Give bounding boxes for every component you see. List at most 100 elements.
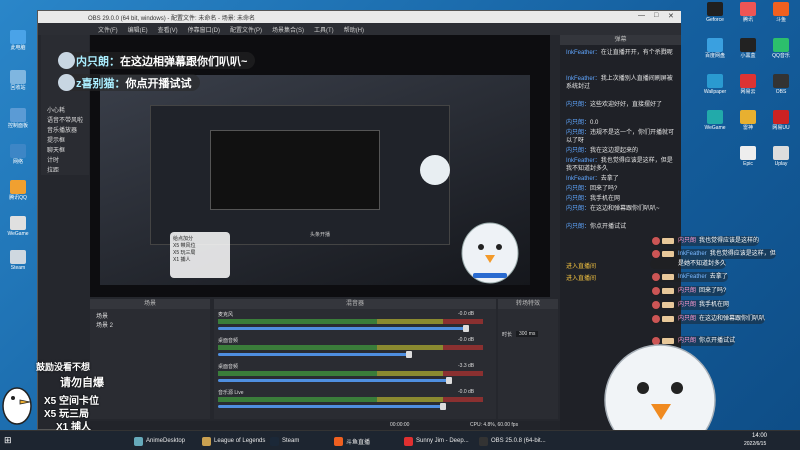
scenes-dock-title: 场景 (90, 299, 210, 309)
fader-knob[interactable] (440, 403, 446, 410)
fader-knob[interactable] (446, 377, 452, 384)
scene-item[interactable]: 场景 2 (96, 320, 113, 329)
chat-line: 内只朗：我手机在网 (566, 196, 621, 202)
duck-icon (2, 387, 32, 425)
app-icon (334, 436, 343, 446)
desktop-icon-netease[interactable]: 网易云 (733, 74, 763, 95)
taskbar-app[interactable]: 斗鱼直播 (330, 434, 374, 448)
chat-line: 内只朗：回来了吗? (566, 186, 618, 192)
mascot-small (420, 155, 450, 185)
desktop-icon-xiaoheihe[interactable]: 小黑盒 (733, 38, 763, 59)
desktop-icon-epic[interactable]: Epic (733, 146, 763, 167)
maximize-button[interactable]: □ (654, 12, 658, 19)
desktop-icon-uplay[interactable]: Uplay (766, 146, 796, 167)
desktop-icon-control-panel[interactable]: 控制面板 (3, 108, 33, 129)
desktop-icon-qq[interactable]: 腾讯QQ (3, 180, 33, 201)
chat-line: 内只朗：你点开播试试 (566, 224, 627, 230)
taskbar-app[interactable]: AnimeDesktop (130, 434, 189, 448)
volume-meter (218, 397, 483, 402)
desktop-icon-tencent[interactable]: 腾讯 (733, 2, 763, 23)
desktop-icon-geforce[interactable]: Geforce (700, 2, 730, 23)
start-icon[interactable]: ⊞ (4, 435, 12, 446)
chat-line: InkFeather：我上次播别人直播间刷屏被系统封过 (566, 76, 673, 90)
app-icon (134, 436, 143, 446)
danmaku-bubble: z喜别猫： 你点开播试试 (58, 74, 200, 91)
preview-sticker: 给点加分 X5 带风位 X5 玩三局 X1 捕人 (170, 232, 230, 278)
desktop-icon-network[interactable]: 网络 (3, 144, 33, 165)
scene-item[interactable]: 场景 (96, 311, 108, 320)
mascot-penguin-medium (461, 222, 519, 284)
desktop-icon-baidu[interactable]: 百度网盘 (700, 38, 730, 59)
menu-view[interactable]: 查看(V) (158, 25, 178, 34)
chat-line: 内只朗：我在这边提起来的 (566, 148, 639, 154)
overlay-comment: 内只朗 我手机在网 (650, 300, 730, 310)
volume-fader[interactable] (218, 379, 448, 382)
volume-fader[interactable] (218, 405, 443, 408)
danmaku-bubble: 内只朗： 在这边相弹幕跟你们叭叭~ (58, 52, 256, 69)
menu-edit[interactable]: 编辑(E) (128, 25, 148, 34)
source-item[interactable]: 音乐播放器 (47, 125, 77, 134)
volume-fader[interactable] (218, 327, 468, 330)
desktop-icon-qqmusic[interactable]: QQ音乐 (766, 38, 796, 59)
clock-time[interactable]: 14:00 (752, 433, 767, 439)
chat-line: 内只朗：违规不是这一个，你们开播就可以了呀 (566, 130, 675, 144)
mixer-dock: 混音器 麦克风 -0.0 dB 桌面音频 -0.0 dB 桌面音频 -3.3 d… (214, 299, 496, 419)
source-item[interactable]: 语音不带风啦 (47, 115, 83, 124)
avatar (58, 52, 75, 69)
menu-profile[interactable]: 配置文件(P) (230, 25, 262, 34)
app-icon (479, 436, 488, 446)
minimize-button[interactable]: — (638, 12, 645, 19)
taskbar-app[interactable]: Sunny Jim - Deep... (400, 434, 473, 448)
volume-fader[interactable] (218, 353, 408, 356)
clock-date[interactable]: 2022/6/15 (744, 441, 766, 447)
window-title: OBS 29.0.0 (64 bit, windows) - 配置文件: 未命名… (88, 16, 256, 22)
overlay-comment: InkFeather 去拿了 (650, 272, 728, 282)
overlay-comment: InkFeather 我也觉得应该是这样，但 (650, 249, 776, 259)
chat-line: 内只朗：0.0 (566, 120, 599, 126)
source-item[interactable]: 计时 (47, 155, 59, 164)
mixer-channel: 音乐源 Live -0.0 dB (218, 389, 488, 415)
source-item[interactable]: 聊天框 (47, 145, 65, 154)
chat-dock-title: 弹幕 (560, 35, 681, 45)
menu-file[interactable]: 文件(F) (98, 25, 118, 34)
volume-meter (218, 345, 483, 350)
chat-line: 内只朗：在这边和弹幕跟你们叭叭~ (566, 206, 660, 212)
desktop-icon-uu[interactable]: 网易UU (766, 110, 796, 131)
sticker-overlay: 鼓励没看不想 请勿自爆 X5 空间卡位 X5 玩三局 X1 捕人 (0, 358, 135, 433)
desktop-icon-obs[interactable]: OBS (766, 74, 796, 95)
app-icon (404, 436, 413, 446)
desktop-icon-wegame[interactable]: WeGame (3, 216, 33, 237)
preview-caption: 头条开播 (310, 232, 331, 238)
desktop-icon-wallpaper[interactable]: Wallpaper (700, 74, 730, 95)
menu-scene-collection[interactable]: 场景集合(S) (272, 25, 304, 34)
source-item[interactable]: 拉距 (47, 165, 59, 174)
source-item[interactable]: 提示框 (47, 135, 65, 144)
transitions-dock: 转场特效 时长 300 ms (498, 299, 558, 419)
fader-knob[interactable] (406, 351, 412, 358)
mixer-dock-title: 混音器 (214, 299, 496, 309)
menu-tools[interactable]: 工具(T) (314, 25, 334, 34)
mixer-channel: 桌面音频 -0.0 dB (218, 337, 488, 363)
overlay-comment: 内只朗 回来了吗? (650, 286, 727, 296)
duration-input[interactable]: 300 ms (516, 331, 539, 337)
taskbar-app[interactable]: Steam (266, 434, 303, 448)
desktop-icon-recycle-bin[interactable]: 回收站 (3, 70, 33, 91)
desktop-icon-this-pc[interactable]: 此电脑 (3, 30, 33, 51)
taskbar-app[interactable]: League of Legends (198, 434, 269, 448)
desktop-icon-wegame-2[interactable]: WeGame (700, 110, 730, 131)
menu-docks[interactable]: 停靠窗口(D) (188, 25, 220, 34)
desktop-icon-douyu[interactable]: 斗鱼 (766, 2, 796, 23)
overlay-comment: 内只朗 我也觉得应该是这样的 (650, 236, 760, 246)
avatar (58, 74, 75, 91)
app-icon (270, 436, 279, 446)
taskbar-app[interactable]: OBS 25.0.8 (64-bit... (475, 434, 550, 448)
transitions-dock-title: 转场特效 (498, 299, 558, 309)
source-item[interactable]: 小心耗 (47, 105, 65, 114)
chat-line: InkFeather：去拿了 (566, 176, 619, 182)
mixer-channel: 麦克风 -0.0 dB (218, 311, 488, 337)
close-icon[interactable]: ✕ (668, 12, 674, 20)
desktop-icon-steam[interactable]: Steam (3, 250, 33, 271)
fader-knob[interactable] (463, 325, 469, 332)
desktop-icon-leishen[interactable]: 雷神 (733, 110, 763, 131)
menu-help[interactable]: 帮助(H) (344, 25, 364, 34)
